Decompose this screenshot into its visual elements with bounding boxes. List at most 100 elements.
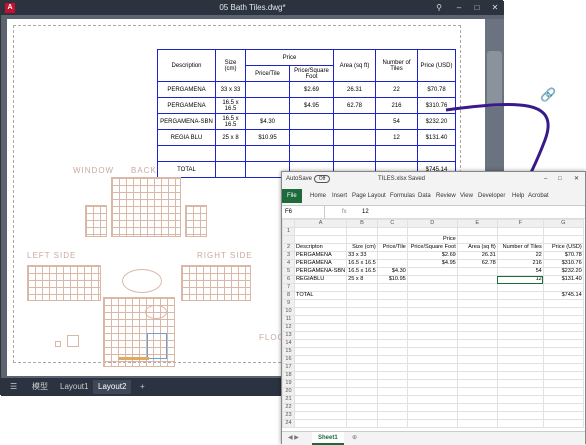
- table-cell[interactable]: [376, 227, 408, 236]
- table-cell[interactable]: [376, 251, 408, 260]
- tab-home[interactable]: Home: [310, 186, 326, 206]
- table-cell[interactable]: $70.78: [542, 251, 584, 260]
- formula-input[interactable]: 12: [362, 206, 369, 219]
- table-cell[interactable]: [293, 283, 348, 292]
- table-cell[interactable]: [293, 227, 348, 236]
- table-cell[interactable]: [496, 283, 544, 292]
- table-cell[interactable]: $131.40: [542, 275, 584, 284]
- autosave-toggle[interactable]: Off: [314, 175, 330, 183]
- table-cell[interactable]: $310.76: [542, 259, 584, 268]
- table-cell[interactable]: 216: [496, 259, 544, 268]
- table-cell[interactable]: [346, 291, 378, 300]
- table-cell[interactable]: Number of Tiles: [496, 243, 544, 252]
- table-cell[interactable]: [456, 283, 498, 292]
- row-header[interactable]: 4: [282, 259, 295, 268]
- table-cell[interactable]: 33 x 33: [346, 251, 378, 260]
- table-cell[interactable]: 26.31: [456, 251, 498, 260]
- table-cell[interactable]: Area (sq ft): [456, 243, 498, 252]
- table-cell[interactable]: [496, 227, 544, 236]
- table-cell[interactable]: [496, 291, 544, 300]
- tab-view[interactable]: View: [460, 186, 473, 206]
- table-cell[interactable]: [456, 227, 498, 236]
- tab-formulas[interactable]: Formulas: [390, 186, 415, 206]
- table-cell[interactable]: [346, 235, 378, 244]
- table-cell[interactable]: $4.30: [376, 267, 408, 276]
- selected-cell-f6[interactable]: 12: [496, 275, 544, 284]
- table-cell[interactable]: Price: [406, 235, 458, 244]
- table-cell[interactable]: 54: [496, 267, 544, 276]
- column-header[interactable]: A: [293, 219, 348, 228]
- table-cell[interactable]: Price/Square Foot: [406, 243, 458, 252]
- table-cell[interactable]: [542, 227, 584, 236]
- row-header[interactable]: 7: [282, 283, 295, 292]
- table-cell[interactable]: PERGAMENA: [293, 251, 348, 260]
- table-cell[interactable]: PERGAMENA: [293, 259, 348, 268]
- table-cell[interactable]: 16.5 x 16.5: [346, 259, 378, 268]
- column-header[interactable]: G: [542, 219, 584, 228]
- table-cell[interactable]: [406, 227, 458, 236]
- table-cell[interactable]: [456, 275, 498, 284]
- column-header[interactable]: E: [456, 219, 498, 228]
- tab-insert[interactable]: Insert: [332, 186, 347, 206]
- tab-sheet1[interactable]: Sheet1: [312, 432, 344, 445]
- table-cell[interactable]: 62.78: [456, 259, 498, 268]
- table-cell[interactable]: [376, 259, 408, 268]
- table-cell[interactable]: PERGAMENA-SBN: [293, 267, 348, 276]
- row-header[interactable]: 2: [282, 243, 295, 252]
- table-cell[interactable]: [542, 235, 584, 244]
- row-header[interactable]: 5: [282, 267, 295, 276]
- table-cell[interactable]: [456, 267, 498, 276]
- table-cell[interactable]: 22: [496, 251, 544, 260]
- tab-developer[interactable]: Developer: [478, 186, 505, 206]
- table-cell[interactable]: [406, 291, 458, 300]
- table-cell[interactable]: REGIABLU: [293, 275, 348, 284]
- table-cell[interactable]: $2.69: [406, 251, 458, 260]
- minimize-button[interactable]: –: [544, 172, 547, 186]
- table-cell[interactable]: [376, 291, 408, 300]
- table-cell[interactable]: 16.5 x 16.5: [346, 267, 378, 276]
- tab-data[interactable]: Data: [418, 186, 431, 206]
- tab-acrobat[interactable]: Acrobat: [528, 186, 549, 206]
- table-cell[interactable]: $4.95: [406, 259, 458, 268]
- column-header[interactable]: F: [496, 219, 544, 228]
- tab-review[interactable]: Review: [436, 186, 456, 206]
- table-cell[interactable]: Size (cm): [346, 243, 378, 252]
- row-header[interactable]: 1: [282, 227, 295, 236]
- tab-file[interactable]: File: [282, 189, 302, 203]
- table-cell[interactable]: [293, 235, 348, 244]
- column-header[interactable]: B: [346, 219, 378, 228]
- row-header[interactable]: 3: [282, 251, 295, 260]
- table-cell[interactable]: [406, 267, 458, 276]
- column-header[interactable]: D: [406, 219, 458, 228]
- table-cell[interactable]: Price (USD): [542, 243, 584, 252]
- table-cell[interactable]: Descripton: [293, 243, 348, 252]
- row-header[interactable]: [282, 235, 295, 244]
- table-cell[interactable]: [346, 283, 378, 292]
- maximize-button[interactable]: □: [558, 172, 562, 186]
- table-cell[interactable]: $232.20: [542, 267, 584, 276]
- table-cell[interactable]: TOTAL: [293, 291, 348, 300]
- add-sheet-button[interactable]: ⊕: [352, 432, 357, 445]
- row-header[interactable]: 6: [282, 275, 295, 284]
- column-header[interactable]: C: [376, 219, 408, 228]
- table-cell[interactable]: $745.14: [542, 291, 584, 300]
- close-button[interactable]: ✕: [574, 172, 579, 186]
- table-cell[interactable]: [542, 283, 584, 292]
- sheet-nav-icon[interactable]: ◀ ▶: [288, 432, 299, 445]
- table-cell[interactable]: [346, 227, 378, 236]
- table-cell[interactable]: [376, 283, 408, 292]
- table-cell[interactable]: [496, 235, 544, 244]
- table-cell[interactable]: [406, 275, 458, 284]
- tab-help[interactable]: Help: [512, 186, 524, 206]
- table-cell[interactable]: [406, 283, 458, 292]
- table-cell[interactable]: [456, 235, 498, 244]
- name-box[interactable]: F6: [285, 206, 325, 219]
- table-cell[interactable]: [376, 235, 408, 244]
- table-cell[interactable]: [456, 291, 498, 300]
- table-cell[interactable]: 25 x 8: [346, 275, 378, 284]
- table-cell[interactable]: Price/Tile: [376, 243, 408, 252]
- spreadsheet-grid[interactable]: A B C D E F G 1 Price 2 Descripton Size (c…: [282, 219, 585, 431]
- tab-page-layout[interactable]: Page Layout: [352, 186, 386, 206]
- row-header[interactable]: 8: [282, 291, 295, 300]
- table-cell[interactable]: $10.95: [376, 275, 408, 284]
